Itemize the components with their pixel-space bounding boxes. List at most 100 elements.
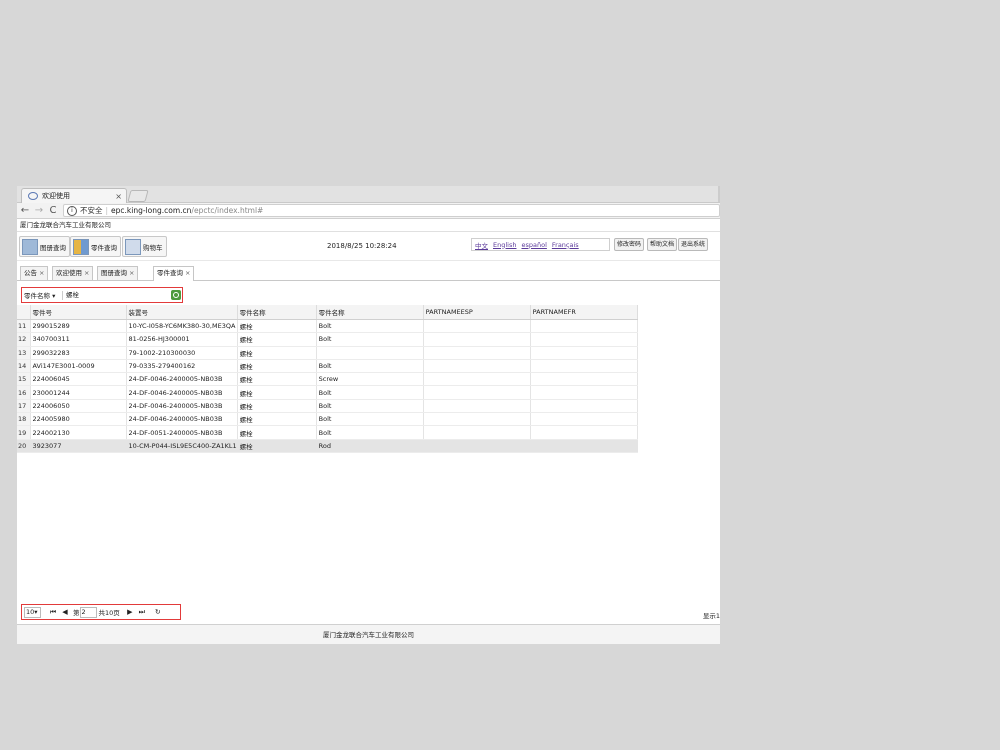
page-number-input[interactable]: 2: [79, 606, 97, 618]
picture-icon: [22, 238, 38, 255]
table-cell: 299015289: [30, 319, 127, 334]
browser-tab-title: 欢迎使用: [42, 192, 70, 200]
tab-catalog-close-icon[interactable]: ×: [129, 269, 134, 277]
table-row[interactable]: 16 230001244 24-DF-0046-2400005-NB03B 螺栓 Bol…: [17, 385, 638, 400]
page-footer: 厦门金龙联合汽车工业有限公司: [17, 624, 720, 644]
table-row[interactable]: 20 3923077 10-CM-P044-ISL9E5C400-ZA1KL1 螺栓 R…: [17, 439, 638, 453]
column-header[interactable]: PARTNAMEESP: [423, 305, 531, 320]
tab-welcome[interactable]: 欢迎使用 ×: [52, 266, 94, 280]
new-tab-button[interactable]: [127, 190, 149, 202]
company-name: 厦门金龙联合汽车工业有限公司: [17, 219, 720, 232]
table-cell: 螺栓: [237, 425, 317, 440]
search-filter-bar: 零件名称 ▾ 螺栓: [21, 287, 183, 303]
last-page-icon[interactable]: ⏭: [138, 608, 146, 617]
info-icon[interactable]: i: [67, 205, 77, 216]
lang-spanish[interactable]: español: [521, 241, 546, 249]
tab-welcome-close-icon[interactable]: ×: [84, 269, 89, 277]
table-cell: Bolt: [316, 399, 424, 414]
table-cell: [423, 385, 531, 400]
table-cell: 340700311: [30, 332, 127, 347]
catalog-query-button[interactable]: 图册查询: [19, 236, 70, 257]
table-cell: [423, 439, 531, 453]
cart-button[interactable]: 购物车: [122, 236, 167, 257]
tab-parts-query-close-icon[interactable]: ×: [185, 269, 190, 277]
display-info: 显示1: [702, 612, 720, 620]
tab-catalog-label: 图册查询: [101, 269, 127, 277]
row-number: 14: [17, 359, 31, 374]
page-tabs: 公告 × 欢迎使用 × 图册查询 × 零件查询 ×: [17, 266, 720, 281]
back-button[interactable]: ←: [19, 205, 31, 216]
table-cell: 10-YC-I058-YC6MK380-30,ME3QA: [126, 319, 238, 334]
help-button[interactable]: 帮助文档: [647, 238, 678, 251]
tab-notice-close-icon[interactable]: ×: [39, 269, 44, 277]
column-header[interactable]: 零件号: [30, 305, 127, 320]
next-page-icon[interactable]: ▶: [126, 608, 134, 616]
tab-notice[interactable]: 公告 ×: [20, 266, 49, 280]
table-row[interactable]: 19 224002130 24-DF-0051-2400005-NB03B 螺栓 Bol…: [17, 425, 638, 440]
lang-chinese[interactable]: 中文: [475, 240, 488, 250]
table-cell: [423, 372, 531, 387]
table-cell: 299032283: [30, 346, 127, 360]
catalog-query-label: 图册查询: [40, 243, 66, 252]
logout-button[interactable]: 退出系统: [678, 238, 709, 251]
row-number: 19: [17, 425, 31, 440]
search-field-select[interactable]: 零件名称 ▾: [22, 290, 62, 300]
page-size-select[interactable]: 10▾: [24, 606, 41, 618]
table-cell: 螺栓: [237, 359, 317, 374]
address-bar[interactable]: i 不安全 | epc.king-long.com.cn /epctc/inde…: [63, 204, 720, 217]
row-number: 16: [17, 385, 31, 400]
total-pages: 共10页: [98, 609, 120, 617]
table-cell: Rod: [316, 439, 424, 453]
lang-french[interactable]: Français: [552, 241, 579, 249]
table-cell: 224006045: [30, 372, 127, 387]
reload-button[interactable]: C: [47, 205, 59, 216]
table-row[interactable]: 12 340700311 81-0256-HJ300001 螺栓 Bolt: [17, 332, 638, 347]
column-header[interactable]: 零件名称: [316, 305, 424, 320]
table-cell: 螺栓: [237, 346, 317, 360]
tab-parts-query[interactable]: 零件查询 ×: [153, 266, 195, 281]
table-cell: 224002130: [30, 425, 127, 440]
refresh-icon[interactable]: ↻: [154, 608, 162, 616]
table-row[interactable]: 14 AVi147E3001-0009 79-0335-279400162 螺栓 Bol…: [17, 359, 638, 374]
row-number: 18: [17, 412, 31, 427]
table-cell: [530, 319, 638, 334]
table-row[interactable]: 18 224005980 24-DF-0046-2400005-NB03B 螺栓 Bol…: [17, 412, 638, 427]
search-input[interactable]: 螺栓: [62, 290, 171, 300]
row-number: 13: [17, 346, 31, 360]
table-row[interactable]: 13 299032283 79-1002-210300030 螺栓: [17, 346, 638, 360]
parts-query-button[interactable]: 零件查询: [70, 236, 121, 257]
change-password-button[interactable]: 修改密码: [614, 238, 645, 251]
table-cell: 螺栓: [237, 319, 317, 334]
table-cell: [530, 439, 638, 453]
table-row[interactable]: 11 299015289 10-YC-I058-YC6MK380-30,ME3QA 螺…: [17, 319, 638, 334]
tab-notice-label: 公告: [24, 269, 37, 277]
column-header[interactable]: PARTNAMEFR: [530, 305, 638, 320]
search-icon[interactable]: [171, 290, 181, 300]
language-selector: 中文 English español Français: [471, 238, 610, 251]
table-cell: 79-1002-210300030: [126, 346, 238, 360]
tab-close-icon[interactable]: ×: [115, 192, 122, 201]
table-row[interactable]: 17 224006050 24-DF-0046-2400005-NB03B 螺栓 Bol…: [17, 399, 638, 414]
current-datetime: 2018/8/25 10:28:24: [327, 242, 397, 250]
table-cell: 79-0335-279400162: [126, 359, 238, 374]
table-cell: Bolt: [316, 319, 424, 334]
prev-page-icon[interactable]: ◀: [61, 608, 69, 616]
tab-welcome-label: 欢迎使用: [56, 269, 82, 277]
tab-catalog[interactable]: 图册查询 ×: [97, 266, 139, 280]
table-cell: [423, 332, 531, 347]
parts-query-label: 零件查询: [91, 243, 117, 252]
table-cell: [423, 399, 531, 414]
table-row[interactable]: 15 224006045 24-DF-0046-2400005-NB03B 螺栓 Scr…: [17, 372, 638, 387]
lang-english[interactable]: English: [493, 241, 516, 249]
column-header[interactable]: 装置号: [126, 305, 238, 320]
forward-button[interactable]: →: [33, 205, 45, 216]
first-page-icon[interactable]: ⏮: [49, 608, 57, 617]
pagination-bar: 10▾ ⏮ ◀ 第 2 共10页 ▶ ⏭ ↻: [21, 604, 181, 620]
table-cell: 24-DF-0046-2400005-NB03B: [126, 399, 238, 414]
security-label: 不安全: [80, 206, 103, 215]
column-header[interactable]: 零件名称: [237, 305, 317, 320]
browser-tab[interactable]: 欢迎使用 ×: [21, 188, 127, 203]
table-cell: [530, 346, 638, 360]
table-cell: 24-DF-0046-2400005-NB03B: [126, 385, 238, 400]
parts-grid-icon: [73, 238, 89, 255]
